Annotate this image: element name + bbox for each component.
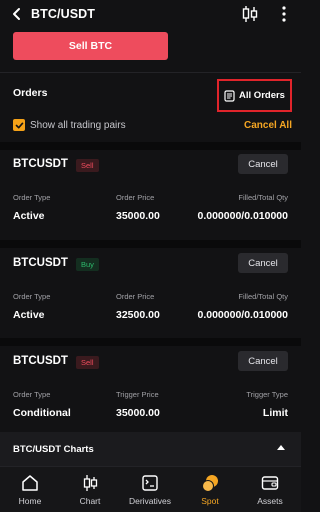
side-badge: Buy [76, 258, 99, 271]
sell-button[interactable]: Sell BTC [13, 32, 168, 60]
order-symbol: BTCUSDT [13, 158, 68, 170]
tab-assets[interactable]: Assets [240, 467, 300, 512]
order-price-label: Order Price [116, 292, 155, 301]
tab-spot[interactable]: Spot [180, 467, 240, 512]
trigger-price-label: Trigger Price [116, 390, 159, 399]
order-symbol: BTCUSDT [13, 355, 68, 367]
tab-label: Chart [79, 496, 101, 506]
order-type-label: Order Type [13, 193, 51, 202]
order-symbol: BTCUSDT [13, 257, 68, 269]
filled-qty-value: 0.000000/0.010000 [197, 210, 288, 222]
show-all-label[interactable]: Show all trading pairs [30, 120, 126, 131]
filled-qty-value: 0.000000/0.010000 [197, 309, 288, 321]
tab-label: Derivatives [128, 496, 172, 506]
candlestick-icon [83, 475, 98, 491]
section-divider [0, 142, 301, 150]
cancel-order-button[interactable]: Cancel [238, 253, 288, 273]
tab-derivatives[interactable]: Derivatives [120, 467, 180, 512]
page-title[interactable]: BTC/USDT [31, 7, 95, 21]
cancel-order-button[interactable]: Cancel [238, 351, 288, 371]
side-badge: Sell [76, 356, 99, 369]
orders-heading: Orders [13, 87, 48, 99]
order-type-label: Order Type [13, 292, 51, 301]
order-type-value: Active [13, 210, 45, 222]
bottom-tab-bar: Home Chart Derivatives Spot Assets [0, 466, 301, 512]
trigger-price-value: 35000.00 [116, 407, 160, 419]
cancel-all-button[interactable]: Cancel All [244, 120, 292, 131]
caret-up-icon [277, 445, 285, 450]
all-orders-button[interactable]: All Orders [217, 79, 292, 112]
document-icon [224, 89, 235, 102]
tab-chart[interactable]: Chart [60, 467, 120, 512]
trigger-type-label: Trigger Type [246, 390, 288, 399]
section-divider [0, 240, 301, 248]
candlestick-icon[interactable] [240, 4, 260, 24]
tab-home[interactable]: Home [0, 467, 60, 512]
order-price-label: Order Price [116, 193, 155, 202]
tab-label: Spot [201, 496, 219, 506]
divider [0, 72, 301, 73]
show-all-checkbox[interactable] [13, 119, 25, 131]
more-vertical-icon[interactable] [276, 4, 292, 24]
order-type-value: Conditional [13, 407, 71, 419]
derivatives-icon [142, 475, 158, 491]
home-icon [22, 475, 38, 491]
order-type-value: Active [13, 309, 45, 321]
wallet-icon [261, 476, 279, 490]
order-card: BTCUSDT Sell Cancel Order Type Trigger P… [0, 351, 301, 441]
charts-title: BTC/USDT Charts [13, 444, 94, 455]
order-price-value: 35000.00 [116, 210, 160, 222]
order-card: BTCUSDT Buy Cancel Order Type Order Pric… [0, 253, 301, 343]
charts-toggle[interactable]: BTC/USDT Charts [0, 432, 301, 466]
all-orders-label: All Orders [239, 90, 285, 101]
order-type-label: Order Type [13, 390, 51, 399]
filled-qty-label: Filled/Total Qty [238, 292, 288, 301]
cancel-order-button[interactable]: Cancel [238, 154, 288, 174]
spot-coins-icon [202, 475, 218, 492]
trigger-type-value: Limit [262, 407, 288, 419]
header: BTC/USDT [0, 0, 301, 28]
chevron-left-icon[interactable] [10, 6, 24, 22]
section-divider [0, 338, 301, 346]
order-price-value: 32500.00 [116, 309, 160, 321]
checkmark-icon [15, 121, 23, 128]
tab-label: Assets [257, 496, 283, 506]
tab-label: Home [18, 496, 42, 506]
filled-qty-label: Filled/Total Qty [238, 193, 288, 202]
side-badge: Sell [76, 159, 99, 172]
order-card: BTCUSDT Sell Cancel Order Type Order Pri… [0, 154, 301, 244]
